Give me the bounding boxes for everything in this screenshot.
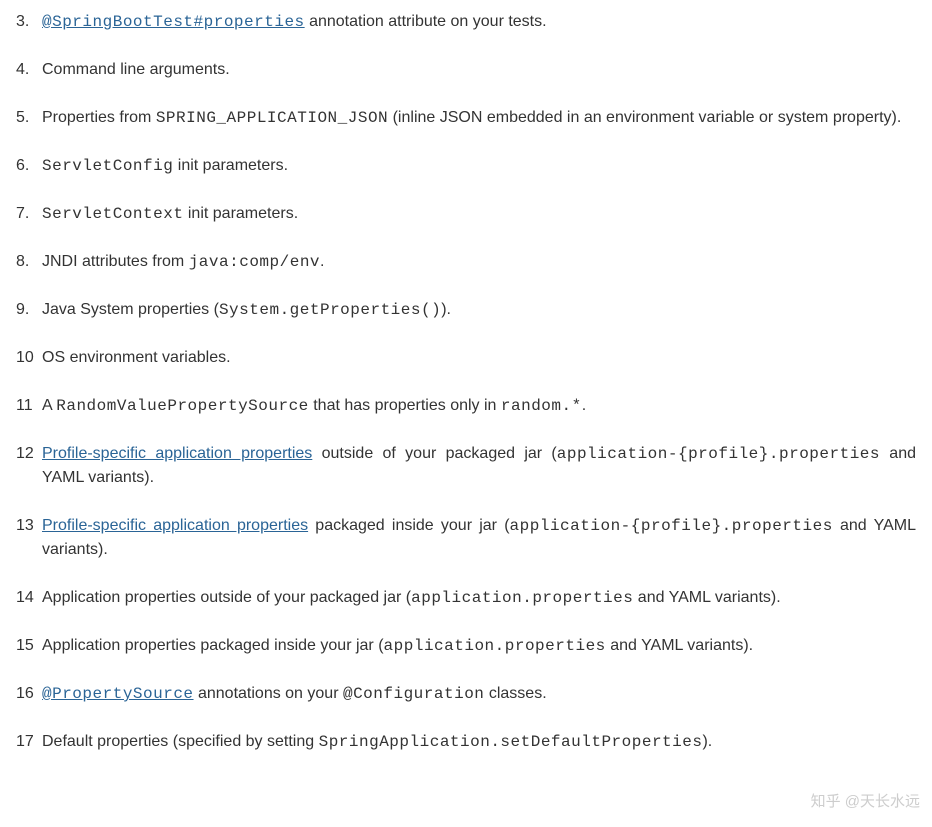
- text-span: Java System properties (: [42, 301, 219, 318]
- code-span: System.getProperties(): [219, 301, 441, 319]
- text-span: outside of your packaged jar (: [312, 445, 556, 462]
- code-span: @PropertySource: [42, 685, 194, 703]
- text-span: A: [42, 397, 56, 414]
- list-item: Profile-specific application properties …: [16, 442, 916, 490]
- ordered-list: @SpringBootTest#properties annotation at…: [16, 10, 916, 754]
- list-item: JNDI attributes from java:comp/env.: [16, 250, 916, 274]
- code-span: random.*: [501, 397, 582, 415]
- text-span: and YAML variants).: [633, 589, 780, 606]
- list-item: A RandomValuePropertySource that has pro…: [16, 394, 916, 418]
- list-item: ServletConfig init parameters.: [16, 154, 916, 178]
- text-span: annotations on your: [194, 685, 343, 702]
- text-span: Application properties packaged inside y…: [42, 637, 384, 654]
- list-item: @PropertySource annotations on your @Con…: [16, 682, 916, 706]
- text-span: packaged inside your jar (: [308, 517, 509, 534]
- code-span: application.properties: [384, 637, 606, 655]
- list-item: Default properties (specified by setting…: [16, 730, 916, 754]
- code-span: ServletContext: [42, 205, 183, 223]
- doc-link[interactable]: Profile-specific application properties: [42, 517, 308, 534]
- text-span: init parameters.: [183, 205, 298, 222]
- list-item: Application properties packaged inside y…: [16, 634, 916, 658]
- doc-link[interactable]: @PropertySource: [42, 685, 194, 702]
- code-span: application-{profile}.properties: [557, 445, 880, 463]
- text-span: Default properties (specified by setting: [42, 733, 319, 750]
- list-item: ServletContext init parameters.: [16, 202, 916, 226]
- text-span: that has properties only in: [309, 397, 501, 414]
- text-span: ).: [702, 733, 712, 750]
- code-span: ServletConfig: [42, 157, 173, 175]
- text-span: (inline JSON embedded in an environment …: [388, 109, 901, 126]
- text-span: Command line arguments.: [42, 61, 230, 78]
- list-item: Properties from SPRING_APPLICATION_JSON …: [16, 106, 916, 130]
- text-span: classes.: [484, 685, 546, 702]
- code-span: @Configuration: [343, 685, 484, 703]
- text-span: OS environment variables.: [42, 349, 231, 366]
- list-item: @SpringBootTest#properties annotation at…: [16, 10, 916, 34]
- list-item: Command line arguments.: [16, 58, 916, 82]
- code-span: application-{profile}.properties: [510, 517, 833, 535]
- list-item: Application properties outside of your p…: [16, 586, 916, 610]
- code-span: @SpringBootTest#properties: [42, 13, 305, 31]
- list-item: Profile-specific application properties …: [16, 514, 916, 562]
- text-span: ).: [441, 301, 451, 318]
- text-span: Properties from: [42, 109, 156, 126]
- watermark: 知乎 @天长水远: [811, 791, 920, 814]
- text-span: and YAML variants).: [606, 637, 753, 654]
- text-span: init parameters.: [173, 157, 288, 174]
- code-span: SPRING_APPLICATION_JSON: [156, 109, 388, 127]
- code-span: java:comp/env: [189, 253, 320, 271]
- text-span: JNDI attributes from: [42, 253, 189, 270]
- list-item: OS environment variables.: [16, 346, 916, 370]
- doc-link[interactable]: @SpringBootTest#properties: [42, 13, 305, 30]
- text-span: annotation attribute on your tests.: [305, 13, 547, 30]
- code-span: SpringApplication.setDefaultProperties: [319, 733, 703, 751]
- text-span: Application properties outside of your p…: [42, 589, 411, 606]
- text-span: .: [582, 397, 586, 414]
- code-span: RandomValuePropertySource: [56, 397, 309, 415]
- code-span: application.properties: [411, 589, 633, 607]
- text-span: .: [320, 253, 324, 270]
- list-item: Java System properties (System.getProper…: [16, 298, 916, 322]
- doc-link[interactable]: Profile-specific application properties: [42, 445, 312, 462]
